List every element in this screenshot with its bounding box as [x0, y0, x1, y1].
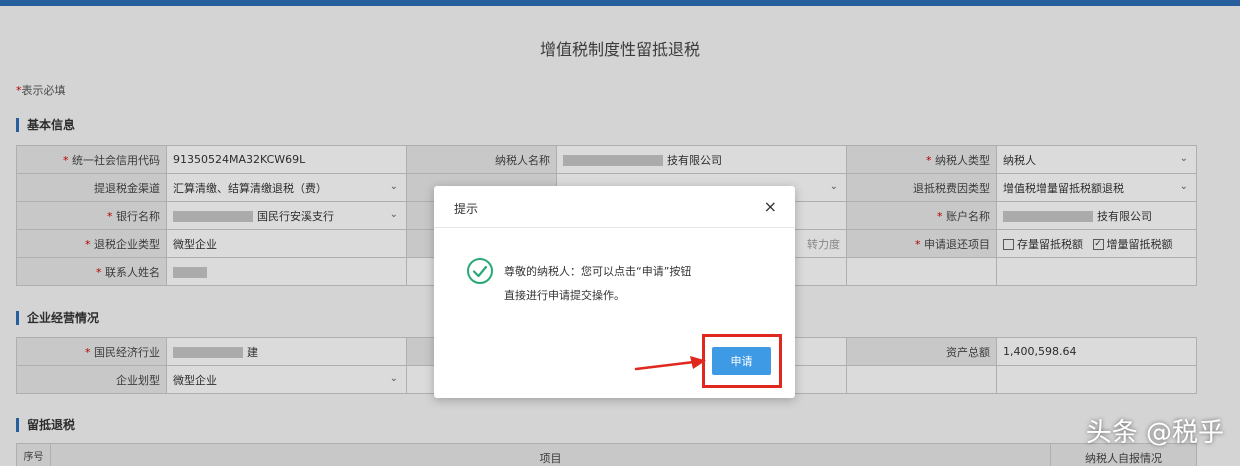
red-arrow-icon	[634, 356, 706, 371]
dialog-title: 提示	[454, 202, 479, 216]
watermark: 头条 @税乎	[1085, 418, 1224, 448]
dialog-header: 提示 ×	[434, 186, 795, 228]
prompt-dialog: 提示 × 尊敬的纳税人：您可以点击“申请”按钮 直接进行申请提交操作。 申请	[434, 186, 795, 398]
close-icon[interactable]: ×	[764, 197, 777, 216]
dialog-message-line: 直接进行申请提交操作。	[504, 289, 625, 302]
apply-highlight-box: 申请	[702, 334, 782, 388]
apply-button[interactable]: 申请	[712, 347, 771, 375]
dialog-message-line: 尊敬的纳税人：您可以点击“申请”按钮	[504, 265, 692, 278]
success-check-icon	[467, 258, 493, 284]
dialog-message: 尊敬的纳税人：您可以点击“申请”按钮 直接进行申请提交操作。	[504, 260, 774, 308]
